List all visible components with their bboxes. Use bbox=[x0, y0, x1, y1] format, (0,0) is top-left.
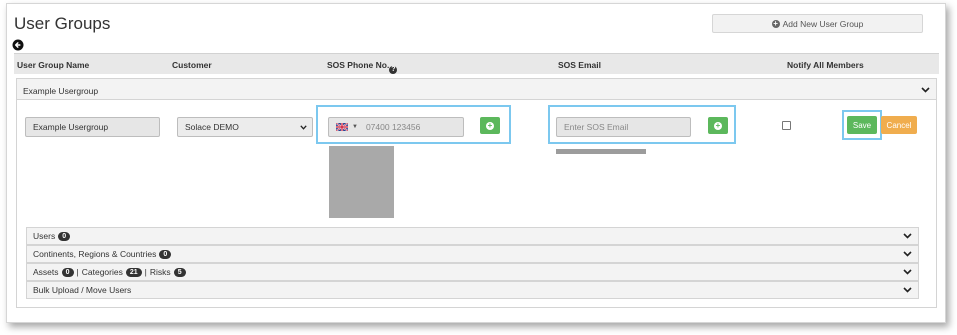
chevron-down-icon[interactable] bbox=[903, 287, 912, 293]
group-name-input[interactable]: Example Usergroup bbox=[25, 117, 160, 137]
page-title: User Groups bbox=[14, 14, 111, 33]
plus-circle-icon: + bbox=[771, 18, 780, 28]
flag-caret-icon: ▼ bbox=[352, 124, 358, 130]
add-phone-button[interactable]: + bbox=[480, 117, 500, 134]
continents-label: Continents, Regions & Countries bbox=[33, 249, 157, 259]
plus-circle-icon: + bbox=[714, 120, 722, 130]
column-user-group-name: User Group Name bbox=[17, 60, 90, 70]
table-header: User Group Name Customer SOS Phone No. ?… bbox=[14, 53, 939, 74]
sos-phone-placeholder: 07400 123456 bbox=[365, 122, 421, 132]
user-group-header[interactable]: Example Usergroup bbox=[17, 79, 936, 100]
assets-label: Assets bbox=[33, 267, 59, 277]
notify-all-checkbox[interactable] bbox=[782, 121, 791, 130]
bulk-upload-section[interactable]: Bulk Upload / Move Users bbox=[26, 281, 919, 299]
add-user-group-button[interactable]: + Add New User Group bbox=[712, 14, 923, 33]
chevron-down-icon bbox=[300, 125, 307, 130]
column-sos-phone-label: SOS Phone No. bbox=[327, 60, 390, 70]
add-user-group-label: Add New User Group bbox=[782, 18, 864, 29]
risks-label: Risks bbox=[149, 267, 171, 277]
categories-count-badge: 21 bbox=[125, 267, 142, 277]
sos-phone-input[interactable]: ▼ 07400 123456 bbox=[328, 117, 464, 137]
risks-count-badge: 5 bbox=[173, 267, 186, 277]
bulk-upload-label: Bulk Upload / Move Users bbox=[33, 285, 132, 295]
sos-email-placeholder: Enter SOS Email bbox=[564, 122, 629, 132]
categories-label: Categories bbox=[81, 267, 123, 277]
save-button[interactable]: Save bbox=[847, 116, 877, 134]
user-group-panel: Example Usergroup Example Usergroup Sola… bbox=[16, 78, 937, 308]
continents-count-badge: 0 bbox=[159, 249, 172, 259]
redacted-phone-list bbox=[329, 146, 394, 218]
users-count-badge: 0 bbox=[58, 231, 71, 241]
help-icon[interactable]: ? bbox=[389, 66, 398, 74]
uk-flag-icon[interactable] bbox=[336, 123, 348, 131]
column-customer: Customer bbox=[172, 60, 212, 70]
redacted-email-list bbox=[556, 149, 646, 154]
continents-section[interactable]: Continents, Regions & Countries 0 bbox=[26, 245, 919, 263]
chevron-down-icon[interactable] bbox=[903, 251, 912, 257]
cancel-button[interactable]: Cancel bbox=[881, 116, 917, 134]
users-label: Users bbox=[33, 231, 56, 241]
column-sos-email: SOS Email bbox=[558, 60, 601, 70]
back-arrow-icon[interactable] bbox=[12, 39, 24, 51]
chevron-down-icon[interactable] bbox=[903, 269, 912, 275]
users-section[interactable]: Users 0 bbox=[26, 227, 919, 245]
user-group-header-label: Example Usergroup bbox=[23, 86, 99, 96]
separator: | bbox=[76, 267, 79, 277]
sos-email-input[interactable]: Enter SOS Email bbox=[556, 117, 691, 137]
chevron-down-icon[interactable] bbox=[903, 233, 912, 239]
plus-circle-icon: + bbox=[486, 120, 494, 130]
assets-count-badge: 0 bbox=[61, 267, 74, 277]
separator: | bbox=[144, 267, 147, 277]
customer-selected-value: Solace DEMO bbox=[185, 122, 239, 132]
column-sos-phone: SOS Phone No. ? bbox=[327, 60, 398, 74]
add-email-button[interactable]: + bbox=[708, 117, 728, 134]
assets-section[interactable]: Assets 0 | Categories 21 | Risks 5 bbox=[26, 263, 919, 281]
chevron-down-icon[interactable] bbox=[921, 87, 930, 93]
column-notify-all: Notify All Members bbox=[787, 60, 864, 70]
customer-select[interactable]: Solace DEMO bbox=[177, 117, 313, 137]
main-frame: User Groups + Add New User Group User Gr… bbox=[6, 3, 946, 323]
